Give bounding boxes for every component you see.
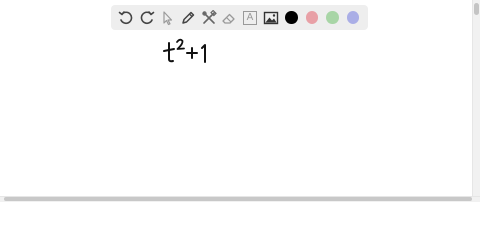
color-swatch-green[interactable] xyxy=(326,11,339,24)
tools-icon xyxy=(201,9,217,24)
select-button[interactable] xyxy=(157,7,177,28)
image-icon xyxy=(263,11,278,24)
redo-icon xyxy=(140,10,154,24)
pencil-button[interactable] xyxy=(178,7,198,28)
drawing-toolbar: A xyxy=(111,5,368,30)
eraser-icon xyxy=(222,13,235,24)
vertical-scrollbar-thumb[interactable] xyxy=(474,3,479,15)
handwritten-expression xyxy=(160,38,220,71)
pencil-icon xyxy=(182,11,195,24)
undo-button[interactable] xyxy=(116,7,136,28)
image-button[interactable] xyxy=(261,7,281,28)
color-swatch-red[interactable] xyxy=(305,11,319,24)
vertical-scrollbar-track[interactable] xyxy=(472,0,480,196)
eraser-button[interactable] xyxy=(219,7,239,28)
horizontal-scrollbar-thumb[interactable] xyxy=(4,197,472,201)
redo-button[interactable] xyxy=(137,7,157,28)
text-box-icon: A xyxy=(242,10,257,25)
tools-button[interactable] xyxy=(199,7,219,28)
text-box-button[interactable]: A xyxy=(240,7,260,28)
undo-icon xyxy=(118,10,133,24)
select-pointer-icon xyxy=(163,10,173,25)
color-swatch-blue[interactable] xyxy=(346,11,359,24)
color-swatch-black[interactable] xyxy=(285,11,298,24)
